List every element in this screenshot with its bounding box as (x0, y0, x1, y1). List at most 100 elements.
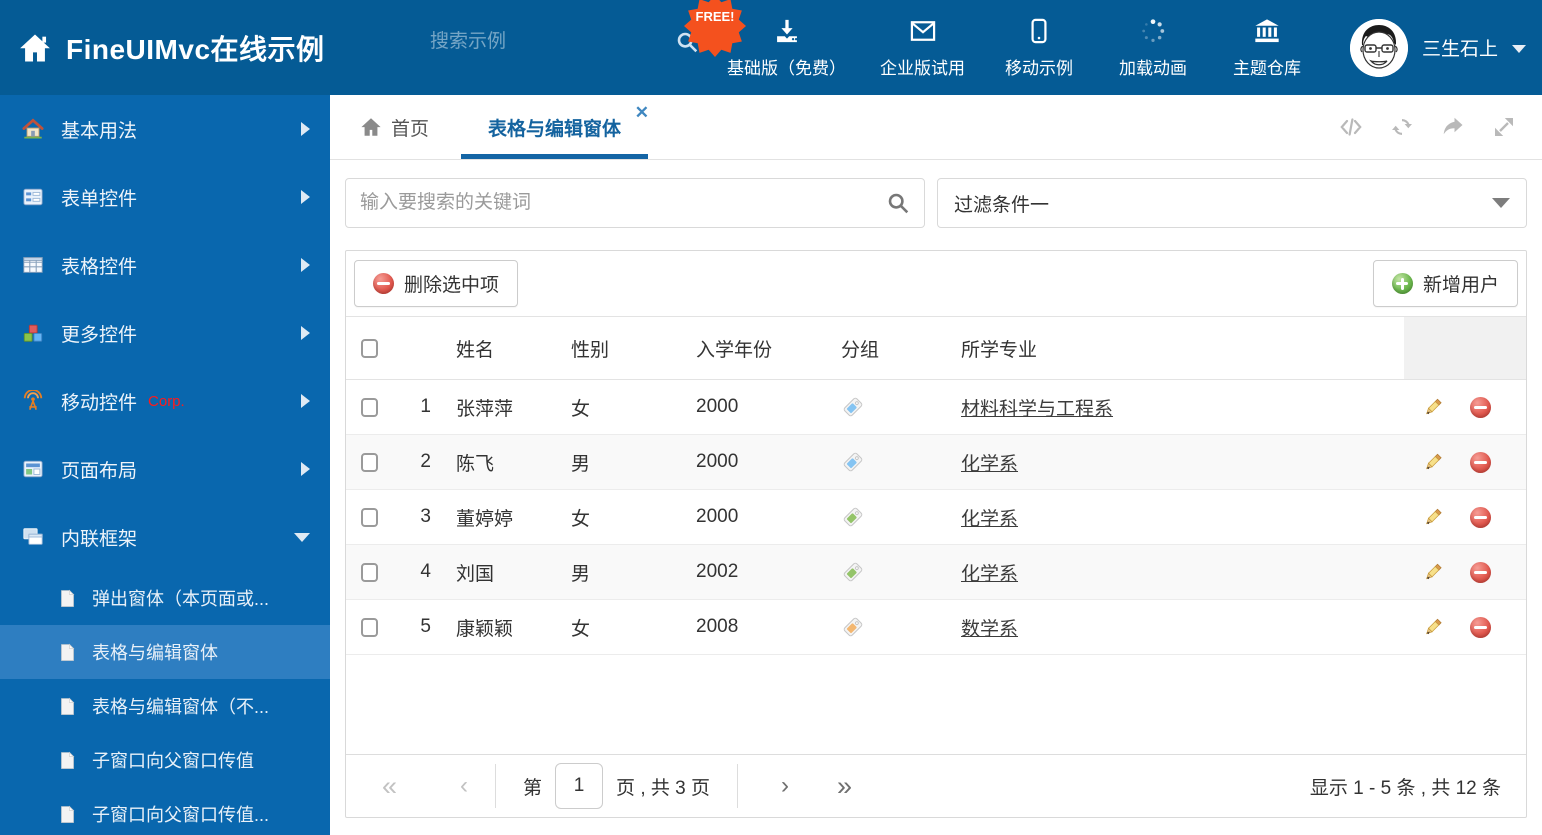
chevron-icon (301, 190, 310, 204)
row-checkbox[interactable] (361, 397, 378, 417)
prev-page-button[interactable]: ‹ (460, 774, 468, 798)
sidebar-subitem[interactable]: 弹出窗体（本页面或... (0, 571, 330, 625)
refresh-icon[interactable] (1390, 115, 1414, 139)
row-number: 1 (420, 396, 431, 417)
sidebar-subitem[interactable]: 子窗口向父窗口传值 (0, 733, 330, 787)
delete-row-icon[interactable] (1470, 561, 1491, 583)
header-nav-item[interactable]: 移动示例 (999, 17, 1079, 79)
grid-header-row: 姓名 性别 入学年份 分组 所学专业 (346, 316, 1526, 380)
page-number-input[interactable] (555, 763, 604, 809)
next-page-button[interactable]: › (781, 774, 789, 798)
pager-divider (737, 764, 739, 808)
header-nav-item[interactable]: 主题仓库 (1227, 17, 1307, 79)
tag-icon (841, 615, 865, 639)
search-icon[interactable] (886, 191, 910, 215)
avatar (1349, 18, 1408, 77)
fullscreen-icon[interactable] (1492, 115, 1516, 139)
delete-row-icon[interactable] (1470, 396, 1491, 418)
sidebar-subitem[interactable]: 子窗口向父窗口传值... (0, 787, 330, 835)
row-number: 3 (420, 506, 431, 527)
tab-close-icon[interactable]: ✕ (635, 104, 649, 121)
app-title: FineUIMvc在线示例 (66, 33, 325, 65)
sidebar-item[interactable]: 更多控件 (0, 299, 330, 367)
sidebar-item[interactable]: 移动控件 Corp. (0, 367, 330, 435)
table-row: 1 张萍萍 女 2000 材料科学与工程系 (346, 380, 1526, 435)
major-link[interactable]: 化学系 (961, 509, 1018, 530)
filter-dropdown[interactable]: 过滤条件一 (937, 178, 1527, 228)
chevron-icon (301, 258, 310, 272)
header-nav-item[interactable]: 加载动画 (1113, 17, 1193, 79)
cell-name: 刘国 (456, 563, 495, 585)
sidebar-item[interactable]: 表单控件 (0, 163, 330, 231)
edit-icon[interactable] (1422, 616, 1444, 638)
major-link[interactable]: 材料科学与工程系 (961, 399, 1113, 420)
delete-selected-button[interactable]: 删除选中项 (354, 260, 519, 307)
home-tab-icon (360, 116, 382, 138)
header-nav-item[interactable]: 企业版试用 (880, 17, 965, 79)
sidebar-subitem[interactable]: 表格与编辑窗体（不... (0, 679, 330, 733)
edit-icon[interactable] (1422, 451, 1444, 473)
row-number: 5 (420, 616, 431, 637)
cell-name: 康颖颖 (456, 618, 514, 640)
pagination-bar: « ‹ 第 页 , 共 3 页 › » 显示 1 - 5 条 , 共 12 条 (346, 754, 1526, 817)
select-all-checkbox[interactable] (361, 338, 378, 358)
view-source-icon[interactable] (1339, 115, 1363, 139)
first-page-button[interactable]: « (382, 772, 397, 800)
cell-year: 2000 (696, 396, 739, 417)
sidebar-item-icon (22, 458, 44, 480)
nav-item-icon (1025, 17, 1053, 47)
major-link[interactable]: 化学系 (961, 564, 1018, 585)
sidebar-item-icon (22, 118, 44, 140)
table-row: 3 董婷婷 女 2000 化学系 (346, 490, 1526, 545)
row-checkbox[interactable] (361, 617, 378, 637)
brand[interactable]: FineUIMvc在线示例 (18, 0, 325, 95)
record-count-summary: 显示 1 - 5 条 , 共 12 条 (1309, 777, 1501, 799)
plus-icon (1391, 273, 1413, 294)
chevron-icon (301, 394, 310, 408)
row-checkbox[interactable] (361, 507, 378, 527)
sidebar-subitem-label: 子窗口向父窗口传值... (92, 805, 270, 825)
cell-gender: 男 (571, 563, 591, 585)
delete-row-icon[interactable] (1470, 506, 1491, 528)
add-button-label: 新增用户 (1422, 275, 1499, 296)
tab-active[interactable]: 表格与编辑窗体 ✕ (461, 95, 649, 159)
delete-row-icon[interactable] (1470, 451, 1491, 473)
major-link[interactable]: 化学系 (961, 454, 1018, 475)
tag-icon (841, 505, 865, 529)
keyword-search-input[interactable] (360, 192, 886, 214)
open-new-window-icon[interactable] (1441, 115, 1465, 139)
major-link[interactable]: 数学系 (961, 619, 1018, 640)
tab-home[interactable]: 首页 (360, 95, 429, 159)
cell-year: 2000 (696, 451, 739, 472)
sidebar-item-label: 基本用法 (61, 120, 138, 142)
edit-icon[interactable] (1422, 396, 1444, 418)
last-page-button[interactable]: » (837, 772, 852, 800)
add-user-button[interactable]: 新增用户 (1372, 260, 1518, 307)
row-checkbox[interactable] (361, 452, 378, 472)
column-header-gender: 性别 (571, 339, 610, 361)
sidebar-item[interactable]: 内联框架 (0, 503, 330, 571)
chevron-icon (294, 532, 310, 542)
edit-icon[interactable] (1422, 506, 1444, 528)
dropdown-caret-icon (1492, 198, 1510, 208)
sidebar-subitem[interactable]: 表格与编辑窗体 (0, 625, 330, 679)
nav-item-label: 加载动画 (1119, 58, 1187, 78)
file-icon (58, 805, 77, 824)
sidebar-item[interactable]: 页面布局 (0, 435, 330, 503)
nav-item-label: 主题仓库 (1233, 58, 1301, 78)
chevron-icon (301, 326, 310, 340)
sidebar-item-icon (22, 390, 44, 412)
header-nav-item[interactable]: 基础版（免费） (727, 17, 846, 79)
edit-icon[interactable] (1422, 561, 1444, 583)
sidebar-item[interactable]: 表格控件 (0, 231, 330, 299)
sidebar-item-icon (22, 322, 44, 344)
column-header-actions (1404, 317, 1526, 379)
cell-year: 2002 (696, 561, 739, 582)
delete-row-icon[interactable] (1470, 616, 1491, 638)
header-search-input[interactable] (430, 31, 675, 53)
sidebar-item[interactable]: 基本用法 (0, 95, 330, 163)
tag-icon (841, 450, 865, 474)
grid-toolbar: 删除选中项 新增用户 (346, 251, 1526, 316)
row-checkbox[interactable] (361, 562, 378, 582)
user-menu[interactable]: 三生石上 (1349, 0, 1526, 95)
